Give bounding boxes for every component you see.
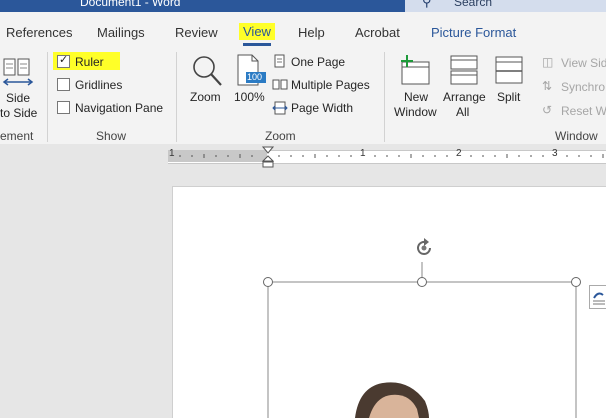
side-to-side-label-1: Side [6, 91, 31, 105]
navigation-pane-label: Navigation Pane [75, 101, 164, 115]
tab-acrobat[interactable]: Acrobat [355, 25, 400, 40]
tab-view[interactable]: View [239, 23, 275, 40]
layout-options-button[interactable] [589, 285, 606, 309]
horizontal-ruler[interactable]: 1 1 2 3 [0, 144, 606, 168]
new-window-icon [401, 55, 430, 85]
layout-options-icon [593, 292, 605, 305]
checkmark-icon: ✓ [59, 54, 69, 66]
ribbon-tabs: References Mailings Review View Help Acr… [0, 12, 606, 46]
group-label-show: Show [96, 129, 127, 143]
document-page[interactable] [172, 186, 606, 418]
page-width-label: Page Width [291, 101, 354, 115]
tab-review[interactable]: Review [175, 25, 218, 40]
indent-marker-icon[interactable] [262, 146, 274, 168]
one-page-label: One Page [291, 55, 346, 69]
synchronous-scrolling-icon: ⇅ [542, 79, 553, 93]
new-window-label-1: New [404, 90, 429, 104]
group-separator [47, 52, 48, 142]
zoom-100-label: 100% [234, 90, 265, 104]
ruler-number: 1 [169, 148, 175, 159]
gridlines-checkbox[interactable] [57, 78, 70, 91]
new-window-label-2: Window [394, 105, 437, 119]
search-icon: ⚲ [422, 0, 432, 9]
gridlines-label: Gridlines [75, 78, 123, 92]
tab-picture-format[interactable]: Picture Format [431, 25, 516, 40]
view-side-by-side-label: View Side [561, 56, 606, 70]
tab-references[interactable]: References [6, 25, 72, 40]
arrange-all-icon [450, 55, 478, 85]
page-100-icon [237, 54, 266, 86]
arrange-all-label-2: All [456, 105, 470, 119]
picture-selection[interactable] [173, 187, 606, 418]
group-separator [176, 52, 177, 142]
group-label-window: Window [555, 129, 598, 143]
ruler-ticks [179, 154, 604, 158]
zoom-100-icon-text: 100 [247, 72, 263, 82]
side-to-side-icon [2, 58, 34, 86]
reset-window-position-icon: ↺ [542, 103, 553, 117]
split-label: Split [497, 90, 521, 104]
magnifier-icon [193, 56, 222, 86]
rotate-handle-icon[interactable] [413, 237, 435, 259]
search-box[interactable]: ⚲ Search [405, 0, 606, 12]
arrange-all-label-1: Arrange [443, 90, 486, 104]
tab-mailings[interactable]: Mailings [97, 25, 145, 40]
title-bar: Document1 - Word ⚲ Search [0, 0, 606, 12]
one-page-icon [274, 54, 285, 68]
side-to-side-label-2: to Side [0, 106, 38, 120]
ruler-number: 2 [456, 148, 462, 159]
split-icon [495, 56, 523, 84]
ruler-number: 3 [552, 148, 558, 159]
tab-help[interactable]: Help [298, 25, 325, 40]
page-width-icon [272, 101, 288, 115]
multiple-pages-icon [272, 79, 288, 90]
group-separator [384, 52, 385, 142]
ribbon-view: Side to Side ement ✓ Ruler Gridlines Nav… [0, 46, 606, 145]
group-label-zoom: Zoom [265, 129, 296, 143]
view-side-by-side-icon: ◫ [542, 55, 554, 69]
zoom-label: Zoom [190, 90, 221, 104]
ruler-checkbox[interactable]: ✓ [57, 54, 70, 68]
window-title: Document1 - Word [80, 0, 181, 9]
navigation-pane-checkbox[interactable] [57, 101, 70, 114]
group-label-movement: ement [0, 129, 34, 143]
document-canvas [0, 168, 606, 418]
search-label: Search [454, 0, 493, 9]
synchronous-scrolling-label: Synchro [561, 80, 606, 94]
reset-window-position-label: Reset Wi [561, 104, 606, 118]
ruler-number: 1 [360, 148, 366, 159]
multiple-pages-label: Multiple Pages [291, 78, 370, 92]
ruler-label: Ruler [75, 55, 104, 69]
